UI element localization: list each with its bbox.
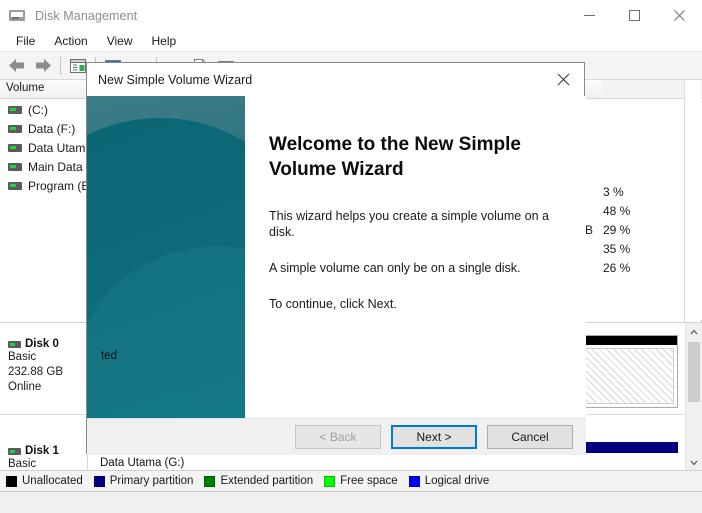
titlebar: Disk Management [0,0,702,31]
arrow-left-icon [9,59,24,72]
window-title: Disk Management [35,8,138,23]
percent-free-value: 26 % [603,261,631,275]
disk-panel-scrollbar[interactable] [685,323,702,470]
menu-help[interactable]: Help [143,32,186,50]
disk-label: Disk 1 Basic [0,436,88,470]
percent-free-value: 48 % [603,204,631,218]
disk-management-icon [9,8,26,23]
forward-button[interactable] [30,54,56,78]
window-controls [567,0,702,31]
disk-name: Disk 0 [25,338,59,350]
legend-label: Logical drive [424,475,490,487]
legend-swatch [93,475,105,487]
minimize-button[interactable] [567,0,612,31]
volume-icon [8,143,22,152]
toolbar-separator [60,56,61,75]
maximize-icon [629,10,640,21]
wizard-titlebar: New Simple Volume Wizard [87,63,584,96]
console-tree-icon [70,58,86,73]
legend-item-logical-drive: Logical drive [408,475,490,487]
partition-label: Data Utama (G:) [100,457,185,469]
percent-free-value: 35 % [603,242,631,256]
back-button[interactable] [4,54,30,78]
legend-label: Primary partition [109,475,194,487]
next-button[interactable]: Next > [391,425,477,449]
wizard-heading: Welcome to the New Simple Volume Wizard [269,134,521,180]
scroll-thumb[interactable] [688,342,700,402]
menu-view[interactable]: View [98,32,142,50]
legend-swatch [204,475,216,487]
wizard-paragraph-2: A simple volume can only be on a single … [269,261,521,275]
wizard-content: Welcome to the New Simple Volume Wizard … [245,96,586,418]
close-icon [557,73,569,86]
size-fragment: B [585,223,594,237]
disk-status: Online [8,381,42,393]
partition-label: ted [101,350,117,362]
disk-type: Basic [8,351,37,363]
volume-icon [8,181,22,190]
maximize-button[interactable] [612,0,657,31]
legend-item-unallocated: Unallocated [6,475,83,487]
percent-free-value: 3 % [603,185,624,199]
wizard-paragraph-1: This wizard helps you create a simple vo… [269,209,549,239]
disk-name: Disk 1 [25,445,59,457]
close-icon [674,10,685,21]
legend-swatch [408,475,420,487]
new-simple-volume-wizard-dialog: New Simple Volume Wizard Welcome to the … [86,62,586,455]
legend-item-free-space: Free space [324,475,398,487]
close-button[interactable] [657,0,702,31]
menu-file[interactable]: File [7,32,44,50]
wizard-footer: < Back Next > Cancel [87,418,586,455]
volume-name: Data (F:) [28,121,76,136]
disk-capacity: 232.88 GB [8,366,63,378]
wizard-title: New Simple Volume Wizard [98,72,253,87]
cancel-button[interactable]: Cancel [487,425,573,449]
disk-icon [8,447,21,455]
legend-label: Unallocated [22,475,83,487]
legend-label: Extended partition [220,475,314,487]
volume-icon [8,124,22,133]
wizard-banner-image [87,96,245,418]
legend-item-primary-partition: Primary partition [93,475,194,487]
legend-swatch [6,475,17,487]
disk-icon [8,340,21,348]
column-header-volume[interactable]: Volume [0,80,96,98]
legend: Unallocated Primary partition Extended p… [0,470,702,491]
arrow-right-icon [36,59,51,72]
menu-action[interactable]: Action [45,32,96,50]
back-button[interactable]: < Back [295,425,381,449]
chevron-down-icon [690,460,698,465]
legend-label: Free space [340,475,398,487]
volume-list-scrollbar[interactable] [684,80,701,322]
wizard-paragraph-3: To continue, click Next. [269,297,397,311]
wizard-body: Welcome to the New Simple Volume Wizard … [87,96,586,418]
disk-type: Basic [8,458,37,470]
legend-swatch [324,475,336,487]
wizard-close-button[interactable] [542,63,584,96]
disk-label: Disk 0 Basic 232.88 GB Online [0,329,88,414]
menubar: File Action View Help [0,31,702,52]
volume-name: (C:) [28,102,48,117]
volume-name: Data Utama [28,140,93,155]
minimize-icon [584,15,595,16]
scroll-down-button[interactable] [686,454,702,470]
scroll-up-button[interactable] [686,323,702,340]
percent-free-value: 29 % [603,223,631,237]
volume-icon [8,162,22,171]
legend-item-extended-partition: Extended partition [204,475,313,487]
chevron-up-icon [690,329,698,334]
volume-icon [8,105,22,114]
